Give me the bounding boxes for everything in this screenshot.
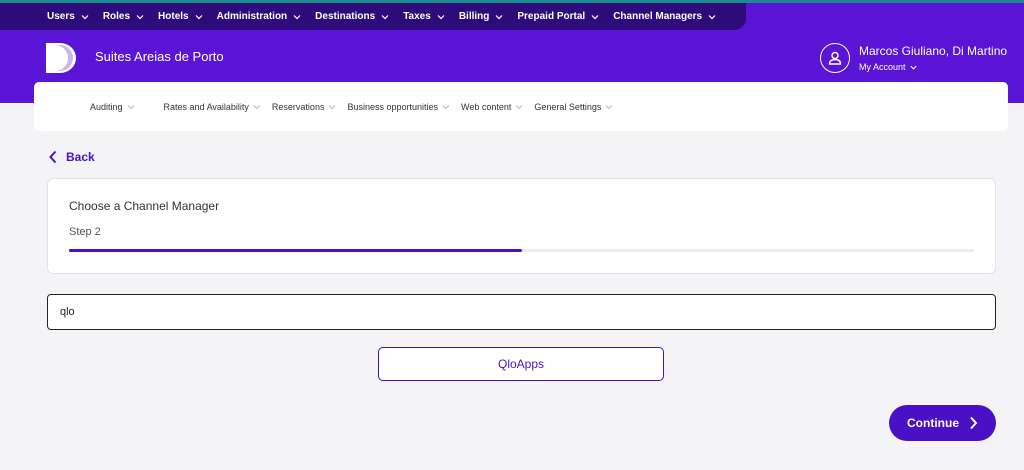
section-nav-label: Rates and Availability (163, 101, 249, 112)
wizard-card: Choose a Channel Manager Step 2 (47, 178, 996, 274)
top-nav-users[interactable]: Users (47, 11, 90, 22)
chevron-down-icon (195, 14, 203, 19)
section-nav-label: Web content (461, 101, 512, 112)
top-nav-destinations[interactable]: Destinations (315, 11, 390, 22)
chevron-down-icon (293, 14, 301, 19)
top-nav-administration[interactable]: Administration (217, 11, 303, 22)
top-nav-taxes[interactable]: Taxes (403, 11, 446, 22)
chevron-down-icon (591, 14, 599, 19)
wizard-title: Choose a Channel Manager (69, 199, 220, 213)
account-menu[interactable]: Marcos Giuliano, Di Martino My Account (820, 43, 1007, 73)
top-nav-channel-managers[interactable]: Channel Managers (613, 11, 717, 22)
chevron-left-icon (49, 150, 57, 164)
my-account-link[interactable]: My Account (859, 62, 1007, 72)
section-nav-rates-availability[interactable]: Rates and Availability (164, 102, 262, 112)
chevron-down-icon (253, 104, 261, 109)
chevron-down-icon (381, 14, 389, 19)
section-nav-general-settings[interactable]: General Settings (534, 102, 614, 112)
section-nav-label: Business opportunities (347, 101, 439, 112)
top-nav-label: Billing (458, 11, 490, 22)
chevron-down-icon (909, 65, 917, 70)
section-nav-business-opportunities[interactable]: Business opportunities (347, 102, 451, 112)
top-nav-hotels[interactable]: Hotels (158, 11, 204, 22)
section-nav-auditing[interactable]: Auditing (90, 102, 136, 112)
chevron-down-icon (329, 104, 336, 109)
chevron-down-icon (437, 14, 445, 19)
channel-manager-search-input[interactable] (47, 294, 996, 330)
back-link[interactable]: Back (48, 150, 95, 164)
section-nav-label: General Settings (534, 101, 602, 112)
top-nav-label: Destinations (315, 11, 376, 22)
top-nav-label: Roles (102, 11, 131, 22)
account-name: Marcos Giuliano, Di Martino (859, 44, 1008, 58)
chevron-down-icon (81, 14, 89, 19)
channel-manager-option-qloapps[interactable]: QloApps (378, 347, 664, 381)
my-account-label: My Account (859, 62, 906, 72)
section-nav-label: Reservations (271, 101, 325, 112)
top-nav-label: Prepaid Portal (517, 11, 586, 22)
continue-button[interactable]: Continue (889, 405, 996, 441)
top-nav-label: Channel Managers (613, 11, 703, 22)
continue-label: Continue (907, 416, 959, 430)
top-nav-label: Administration (216, 11, 288, 22)
chevron-down-icon (606, 104, 613, 109)
back-label: Back (66, 150, 95, 164)
chevron-right-icon (970, 416, 978, 430)
wizard-progress-bar (69, 249, 974, 252)
user-icon (828, 51, 842, 65)
chevron-down-icon (516, 104, 523, 109)
section-nav: Auditing Rates and Availability Reservat… (34, 82, 1008, 131)
brand-logo-icon[interactable] (46, 43, 78, 73)
top-nav: Users Roles Hotels Administration Destin… (0, 3, 746, 30)
top-nav-prepaid-portal[interactable]: Prepaid Portal (517, 11, 600, 22)
option-label: QloApps (497, 357, 545, 371)
top-nav-roles[interactable]: Roles (103, 11, 145, 22)
section-nav-web-content[interactable]: Web content (461, 102, 524, 112)
avatar[interactable] (820, 43, 850, 73)
hotel-name: Suites Areias de Porto (95, 49, 224, 64)
chevron-down-icon (442, 104, 450, 109)
section-nav-reservations[interactable]: Reservations (272, 102, 338, 112)
chevron-down-icon (495, 14, 503, 19)
wizard-step: Step 2 (69, 226, 101, 238)
top-nav-label: Users (47, 11, 75, 22)
section-nav-label: Auditing (90, 101, 123, 112)
top-nav-label: Hotels (158, 11, 189, 22)
top-nav-billing[interactable]: Billing (459, 11, 505, 22)
top-nav-label: Taxes (403, 11, 431, 22)
chevron-down-icon (127, 104, 134, 109)
chevron-down-icon (136, 14, 144, 19)
wizard-progress-fill (69, 249, 522, 252)
chevron-down-icon (708, 14, 716, 19)
